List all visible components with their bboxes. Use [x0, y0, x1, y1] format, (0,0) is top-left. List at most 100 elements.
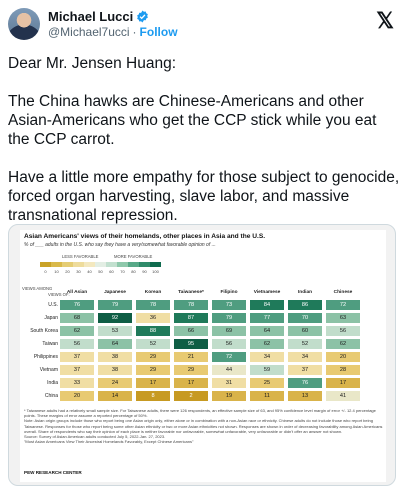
heatmap-cell: 2 [174, 391, 208, 401]
heatmap-cell: 33 [60, 378, 94, 388]
heatmap-cell: 31 [212, 378, 246, 388]
heatmap-cell: 17 [174, 378, 208, 388]
heatmap-cell: 37 [288, 365, 322, 375]
heatmap-cell: 76 [288, 378, 322, 388]
scale-tick-label: 80 [131, 269, 136, 274]
heatmap-cell: 66 [174, 326, 208, 336]
tweet-paragraph: Have a little more empathy for those sub… [8, 169, 400, 224]
scale-more-label: MORE FAVORABLE [114, 254, 153, 259]
heatmap-cell: 72 [326, 300, 360, 310]
scale-swatch [73, 262, 84, 267]
scale-less-label: LESS FAVORABLE [62, 254, 99, 259]
heatmap-cell: 56 [60, 339, 94, 349]
row-label: Vietnam [39, 367, 58, 373]
heatmap-cell: 95 [174, 339, 208, 349]
heatmap-cell: 86 [288, 300, 322, 310]
chart-subtitle: % of ___ adults in the U.S. who say they… [24, 242, 216, 248]
heatmap-cell: 84 [250, 300, 284, 310]
scale-tick-label: 100 [152, 269, 159, 274]
scale-swatch [84, 262, 95, 267]
heatmap-cell: 64 [98, 339, 132, 349]
heatmap-cell: 38 [98, 365, 132, 375]
scale-swatch [95, 262, 106, 267]
heatmap-cell: 36 [136, 313, 170, 323]
scale-swatch [40, 262, 51, 267]
separator-dot: · [132, 25, 137, 39]
scale-tick-label: 70 [120, 269, 125, 274]
heatmap-cell: 52 [136, 339, 170, 349]
heatmap-cell: 92 [98, 313, 132, 323]
heatmap-cell: 44 [212, 365, 246, 375]
column-header: Japanese [104, 290, 126, 295]
column-header: Taiwanese* [178, 290, 204, 295]
row-label: Taiwan [42, 341, 58, 347]
note-line: "Most Asian Americans View Their Ancestr… [24, 439, 194, 445]
scale-swatch [150, 262, 161, 267]
heatmap-cell: 28 [326, 365, 360, 375]
scale-tick-label: 0 [44, 269, 47, 274]
row-label: Japan [44, 315, 58, 321]
author-name-row: Michael Lucci [48, 9, 149, 24]
heatmap-cell: 38 [98, 352, 132, 362]
pew-chart-image: Asian Americans' views of their homeland… [20, 230, 386, 482]
scale-bar [40, 262, 161, 267]
heatmap-cell: 62 [250, 339, 284, 349]
heatmap-cell: 17 [326, 378, 360, 388]
column-header: Vietnamese [253, 290, 281, 295]
heatmap-cell: 14 [98, 391, 132, 401]
row-label: China [44, 393, 58, 399]
row-label: Philippines [33, 354, 58, 360]
tweet-header: Michael Lucci @Michael7ucci · Follow 𝕏 [8, 8, 396, 42]
avatar[interactable] [8, 8, 40, 40]
heatmap-cell: 68 [60, 313, 94, 323]
media-card[interactable]: Asian Americans' views of their homeland… [8, 224, 396, 486]
heatmap-cell: 21 [174, 352, 208, 362]
scale-swatch [128, 262, 139, 267]
heatmap-cell: 41 [326, 391, 360, 401]
heatmap-cell: 59 [250, 365, 284, 375]
note-line: * Taiwanese adults had a relatively smal… [24, 408, 376, 419]
heatmap-cell: 62 [326, 339, 360, 349]
heatmap-cell: 56 [212, 339, 246, 349]
heatmap-cell: 34 [250, 352, 284, 362]
heatmap-cell: 25 [250, 378, 284, 388]
heatmap-cell: 8 [136, 391, 170, 401]
heatmap-cell: 29 [174, 365, 208, 375]
row-label: U.S. [48, 302, 58, 308]
display-name[interactable]: Michael Lucci [48, 9, 133, 24]
follow-button[interactable]: Follow [140, 25, 178, 39]
note-line: Note: Asian origin groups include those … [24, 418, 383, 434]
tweet-paragraph: The China hawks are Chinese-Americans an… [8, 93, 377, 148]
heatmap-cell: 20 [326, 352, 360, 362]
chart-notes: * Taiwanese adults had a relatively smal… [24, 408, 384, 444]
handle[interactable]: @Michael7ucci [48, 25, 130, 39]
scale-ticks: 0 10 20 30 40 50 60 70 80 90 100 [40, 269, 161, 274]
heatmap-cell: 64 [250, 326, 284, 336]
scale-swatch [106, 262, 117, 267]
heatmap-cell: 11 [250, 391, 284, 401]
scale-tick-label: 30 [76, 269, 81, 274]
heatmap-cell: 53 [98, 326, 132, 336]
scale-swatch [139, 262, 150, 267]
heatmap-cell: 63 [326, 313, 360, 323]
scale-tick-label: 40 [87, 269, 92, 274]
heatmap-cell: 62 [60, 326, 94, 336]
chart-title: Asian Americans' views of their homeland… [24, 233, 266, 240]
scale-swatch [62, 262, 73, 267]
verified-badge-icon [137, 10, 149, 23]
heatmap-cell: 24 [98, 378, 132, 388]
heatmap-cell: 37 [60, 365, 94, 375]
heatmap-cell: 70 [288, 313, 322, 323]
handle-row: @Michael7ucci · Follow [48, 25, 178, 39]
heatmap-cell: 78 [174, 300, 208, 310]
tweet-text: Dear Mr. Jensen Huang: The China hawks a… [8, 54, 400, 244]
color-scale-legend: LESS FAVORABLE MORE FAVORABLE 0 10 20 30 40 5… [40, 254, 230, 280]
scale-tick-label: 90 [142, 269, 147, 274]
column-header: Korean [144, 290, 162, 295]
tweet-paragraph: Dear Mr. Jensen Huang: [8, 55, 177, 72]
heatmap-cell: 77 [250, 313, 284, 323]
heatmap-cell: 19 [212, 391, 246, 401]
x-logo-icon[interactable]: 𝕏 [376, 10, 394, 32]
heatmap-cell: 69 [212, 326, 246, 336]
heatmap-cell: 52 [288, 339, 322, 349]
